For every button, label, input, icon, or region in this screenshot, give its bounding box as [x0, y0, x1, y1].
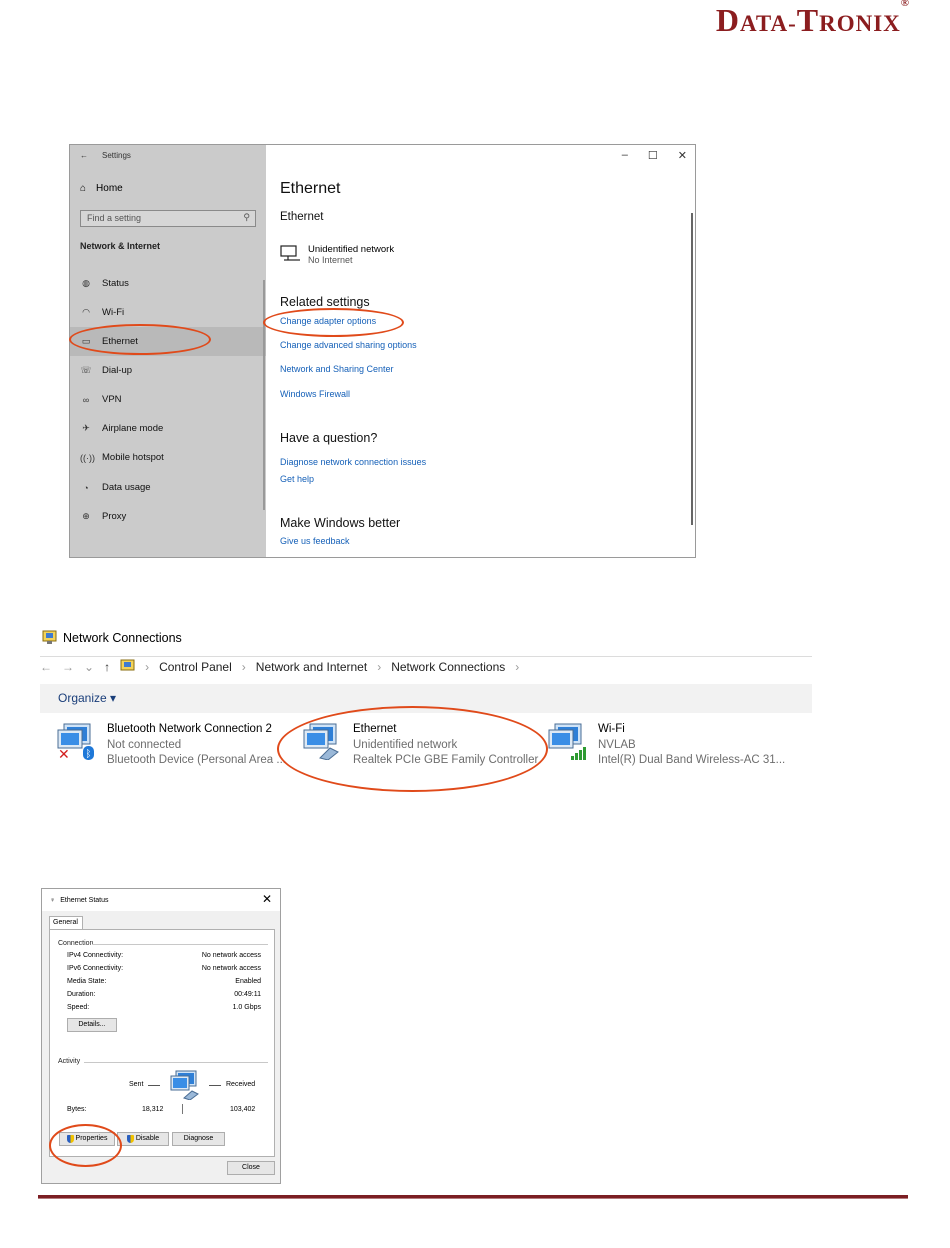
close-button[interactable]: Close	[227, 1161, 275, 1175]
bluetooth-network-icon: ✕ ᛒ	[57, 723, 94, 760]
svg-text:✕: ✕	[58, 747, 70, 760]
sidebar-item-vpn[interactable]: ∞ VPN	[70, 385, 266, 414]
sidebar-scrollbar[interactable]	[263, 280, 265, 510]
page-title: Ethernet	[280, 180, 341, 197]
question-heading: Have a question?	[280, 431, 378, 445]
speed-row: Speed: 1.0 Gbps	[67, 1004, 261, 1011]
advanced-sharing-link[interactable]: Change advanced sharing options	[280, 340, 417, 350]
dialog-titlebar: ♀ Ethernet Status ✕	[42, 889, 280, 911]
diagnose-button[interactable]: Diagnose	[172, 1132, 225, 1146]
annotation-ellipse-properties	[49, 1124, 122, 1167]
data-tronix-logo: DATA-TRONIX®	[715, 0, 910, 38]
network-status: No Internet	[308, 255, 353, 265]
find-setting-search-input[interactable]: Find a setting ⚲	[80, 210, 256, 227]
feedback-link[interactable]: Give us feedback	[280, 536, 350, 546]
up-arrow-icon[interactable]: ↑	[104, 660, 110, 674]
globe-icon: ⊕	[82, 511, 90, 521]
close-icon[interactable]: ✕	[678, 149, 687, 162]
network-entry[interactable]: Unidentified network No Internet	[280, 244, 394, 265]
network-monitor-icon	[280, 245, 300, 261]
back-arrow-icon[interactable]: ←	[40, 660, 52, 674]
wifi-network-icon	[548, 723, 586, 760]
diagnose-link[interactable]: Diagnose network connection issues	[280, 457, 426, 467]
connection-wifi[interactable]: Wi-Fi NVLAB Intel(R) Dual Band Wireless-…	[547, 720, 797, 772]
ethernet-status-icon: ♀	[50, 896, 56, 904]
ipv4-row: IPv4 Connectivity: No network access	[67, 952, 261, 959]
hotspot-icon: ((·))	[80, 452, 95, 463]
sharing-center-link[interactable]: Network and Sharing Center	[280, 364, 394, 374]
organize-button[interactable]: Organize ▾	[58, 691, 116, 705]
tab-general[interactable]: General	[49, 916, 83, 930]
uac-shield-icon	[126, 1135, 134, 1143]
settings-window-title: Settings	[102, 151, 131, 160]
details-button[interactable]: Details...	[67, 1018, 117, 1032]
connection-status: NVLAB	[598, 738, 636, 751]
sidebar-item-wifi[interactable]: ◠ Wi-Fi	[70, 298, 266, 327]
connection-device: Intel(R) Dual Band Wireless-AC 31...	[598, 754, 786, 766]
bytes-sent-value: 18,312	[142, 1106, 164, 1113]
connection-bluetooth[interactable]: ✕ ᛒ Bluetooth Network Connection 2 Not c…	[56, 720, 286, 772]
get-help-link[interactable]: Get help	[280, 474, 314, 484]
general-panel: Connection IPv4 Connectivity: No network …	[49, 929, 275, 1157]
home-nav-item[interactable]: ⌂ Home	[80, 183, 123, 194]
dialup-icon: ☏	[80, 365, 92, 375]
network-connections-title: Network Connections	[42, 630, 182, 645]
minimize-icon[interactable]: –	[622, 149, 628, 162]
received-label: Received	[226, 1081, 256, 1088]
network-name: Unidentified network	[308, 244, 395, 255]
footer-rule	[38, 1195, 908, 1199]
connection-device: Bluetooth Device (Personal Area ...	[107, 754, 286, 766]
section-subtitle: Ethernet	[280, 211, 324, 223]
breadcrumb-control-panel[interactable]: Control Panel	[159, 660, 232, 674]
status-icon: ◍	[82, 278, 90, 288]
sidebar-item-airplane-mode[interactable]: ✈ Airplane mode	[70, 414, 266, 443]
content-scrollbar[interactable]	[691, 213, 693, 525]
search-icon: ⚲	[243, 212, 250, 222]
control-panel-icon	[120, 659, 135, 671]
related-settings-heading: Related settings	[280, 295, 370, 309]
connection-group-label: Connection	[58, 940, 94, 947]
close-icon[interactable]: ✕	[262, 892, 272, 906]
recent-dropdown-icon[interactable]: ⌄	[84, 660, 94, 674]
settings-content: – ☐ ✕ Ethernet Ethernet Unidentified net…	[266, 145, 695, 557]
forward-arrow-icon[interactable]: →	[62, 660, 74, 674]
wifi-icon: ◠	[82, 307, 90, 317]
maximize-icon[interactable]: ☐	[648, 149, 658, 162]
sidebar-item-dialup[interactable]: ☏ Dial-up	[70, 356, 266, 385]
section-heading: Network & Internet	[80, 241, 161, 251]
disable-button[interactable]: Disable	[117, 1132, 169, 1146]
activity-computer-icon	[170, 1070, 199, 1100]
home-icon: ⌂	[80, 183, 87, 194]
make-windows-better-heading: Make Windows better	[280, 516, 401, 530]
connection-name: Bluetooth Network Connection 2	[107, 723, 272, 735]
sent-label: Sent	[129, 1081, 144, 1088]
ipv6-row: IPv6 Connectivity: No network access	[67, 965, 261, 972]
sidebar-item-status[interactable]: ◍ Status	[70, 269, 266, 298]
address-bar: ← → ⌄ ↑ › Control Panel › Network and In…	[40, 656, 812, 676]
annotation-ellipse-ethernet	[69, 324, 211, 355]
sidebar-item-mobile-hotspot[interactable]: ((·)) Mobile hotspot	[70, 443, 266, 472]
windows-firewall-link[interactable]: Windows Firewall	[280, 389, 350, 399]
connection-status: Not connected	[107, 738, 182, 751]
back-arrow-icon[interactable]: ←	[80, 151, 88, 160]
sidebar-item-data-usage[interactable]: ◔ Data usage	[70, 473, 266, 502]
network-connections-icon	[42, 630, 57, 644]
annotation-ellipse-adapter-options	[263, 308, 404, 337]
dialog-title: Ethernet Status	[60, 896, 109, 904]
bytes-received-value: 103,402	[230, 1106, 256, 1113]
connection-name: Wi-Fi	[598, 723, 625, 735]
bytes-label: Bytes:	[67, 1106, 87, 1113]
data-usage-icon: ◔	[83, 482, 89, 493]
breadcrumb-network-connections[interactable]: Network Connections	[391, 660, 505, 674]
airplane-icon: ✈	[82, 423, 90, 433]
annotation-ellipse-ethernet-connection	[277, 706, 548, 792]
vpn-icon: ∞	[82, 394, 90, 405]
svg-text:ᛒ: ᛒ	[86, 749, 92, 760]
breadcrumb-network-internet[interactable]: Network and Internet	[256, 660, 367, 674]
sidebar-item-proxy[interactable]: ⊕ Proxy	[70, 502, 266, 531]
duration-row: Duration: 00:49:11	[67, 991, 261, 998]
activity-group-label: Activity	[58, 1058, 81, 1065]
media-state-row: Media State: Enabled	[67, 978, 261, 985]
